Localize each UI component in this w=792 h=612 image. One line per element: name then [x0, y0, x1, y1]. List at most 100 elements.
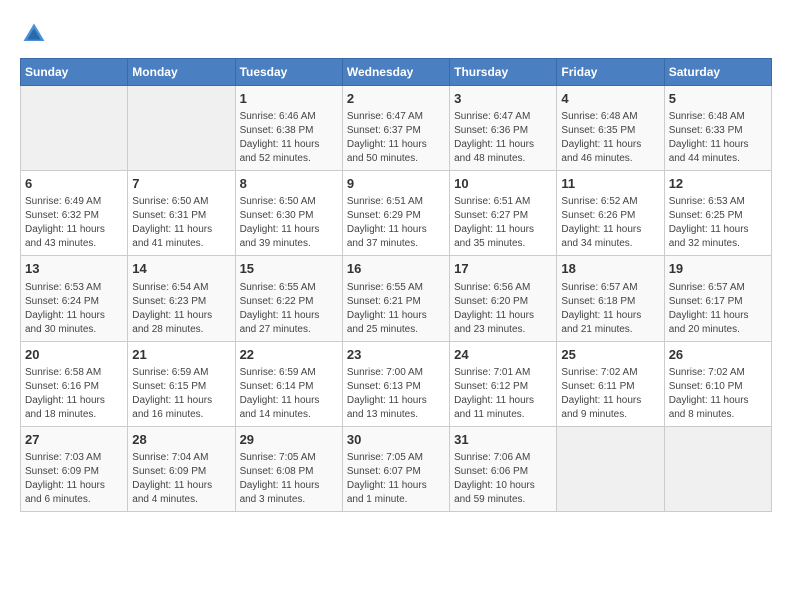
- day-info-text: Sunset: 6:20 PM: [454, 295, 552, 309]
- day-info-text: Daylight: 11 hours and 16 minutes.: [132, 394, 230, 422]
- calendar-table: SundayMondayTuesdayWednesdayThursdayFrid…: [20, 58, 772, 512]
- day-of-week-header: Monday: [128, 59, 235, 86]
- day-info-text: Daylight: 11 hours and 23 minutes.: [454, 309, 552, 337]
- day-info-text: Sunset: 6:07 PM: [347, 465, 445, 479]
- day-info-text: Sunrise: 7:04 AM: [132, 451, 230, 465]
- calendar-cell: [557, 426, 664, 511]
- day-info-text: Sunrise: 7:05 AM: [240, 451, 338, 465]
- calendar-cell: 31Sunrise: 7:06 AMSunset: 6:06 PMDayligh…: [450, 426, 557, 511]
- day-number: 25: [561, 346, 659, 364]
- day-info-text: Sunrise: 6:57 AM: [561, 281, 659, 295]
- day-info-text: Sunrise: 6:46 AM: [240, 110, 338, 124]
- day-number: 17: [454, 260, 552, 278]
- day-info-text: Daylight: 11 hours and 6 minutes.: [25, 479, 123, 507]
- day-info-text: Sunrise: 6:51 AM: [347, 195, 445, 209]
- day-number: 27: [25, 431, 123, 449]
- day-number: 28: [132, 431, 230, 449]
- day-info-text: Daylight: 11 hours and 4 minutes.: [132, 479, 230, 507]
- day-info-text: Sunrise: 6:50 AM: [240, 195, 338, 209]
- day-info-text: Sunrise: 6:47 AM: [347, 110, 445, 124]
- calendar-cell: 22Sunrise: 6:59 AMSunset: 6:14 PMDayligh…: [235, 341, 342, 426]
- day-info-text: Sunset: 6:12 PM: [454, 380, 552, 394]
- calendar-cell: 23Sunrise: 7:00 AMSunset: 6:13 PMDayligh…: [342, 341, 449, 426]
- logo-icon: [20, 20, 48, 48]
- day-info-text: Sunrise: 7:03 AM: [25, 451, 123, 465]
- day-info-text: Sunset: 6:17 PM: [669, 295, 767, 309]
- calendar-cell: 16Sunrise: 6:55 AMSunset: 6:21 PMDayligh…: [342, 256, 449, 341]
- calendar-cell: 4Sunrise: 6:48 AMSunset: 6:35 PMDaylight…: [557, 86, 664, 171]
- day-info-text: Sunrise: 6:48 AM: [669, 110, 767, 124]
- day-number: 12: [669, 175, 767, 193]
- day-info-text: Daylight: 11 hours and 27 minutes.: [240, 309, 338, 337]
- calendar-cell: 7 Sunrise: 6:50 AMSunset: 6:31 PMDaylight…: [128, 171, 235, 256]
- day-of-week-header: Saturday: [664, 59, 771, 86]
- calendar-cell: [128, 86, 235, 171]
- day-info-text: Sunset: 6:09 PM: [25, 465, 123, 479]
- day-number: 31: [454, 431, 552, 449]
- page-header: [20, 20, 772, 48]
- calendar-cell: [664, 426, 771, 511]
- calendar-cell: 25Sunrise: 7:02 AMSunset: 6:11 PMDayligh…: [557, 341, 664, 426]
- days-of-week-row: SundayMondayTuesdayWednesdayThursdayFrid…: [21, 59, 772, 86]
- day-info-text: Sunset: 6:22 PM: [240, 295, 338, 309]
- day-number: 22: [240, 346, 338, 364]
- day-of-week-header: Thursday: [450, 59, 557, 86]
- calendar-cell: 1Sunrise: 6:46 AMSunset: 6:38 PMDaylight…: [235, 86, 342, 171]
- day-number: 7: [132, 175, 230, 193]
- day-info-text: Daylight: 11 hours and 1 minute.: [347, 479, 445, 507]
- calendar-cell: 15Sunrise: 6:55 AMSunset: 6:22 PMDayligh…: [235, 256, 342, 341]
- day-info-text: Sunset: 6:09 PM: [132, 465, 230, 479]
- day-info-text: Daylight: 11 hours and 52 minutes.: [240, 138, 338, 166]
- day-number: 29: [240, 431, 338, 449]
- day-info-text: Sunrise: 6:56 AM: [454, 281, 552, 295]
- day-info-text: Sunrise: 6:54 AM: [132, 281, 230, 295]
- day-info-text: Daylight: 11 hours and 44 minutes.: [669, 138, 767, 166]
- day-of-week-header: Friday: [557, 59, 664, 86]
- calendar-cell: 24Sunrise: 7:01 AMSunset: 6:12 PMDayligh…: [450, 341, 557, 426]
- calendar-cell: 14Sunrise: 6:54 AMSunset: 6:23 PMDayligh…: [128, 256, 235, 341]
- day-info-text: Sunset: 6:08 PM: [240, 465, 338, 479]
- day-number: 6: [25, 175, 123, 193]
- day-info-text: Sunset: 6:14 PM: [240, 380, 338, 394]
- calendar-cell: 29Sunrise: 7:05 AMSunset: 6:08 PMDayligh…: [235, 426, 342, 511]
- day-info-text: Sunset: 6:15 PM: [132, 380, 230, 394]
- day-info-text: Daylight: 11 hours and 13 minutes.: [347, 394, 445, 422]
- day-info-text: Sunrise: 6:53 AM: [669, 195, 767, 209]
- day-info-text: Sunrise: 6:58 AM: [25, 366, 123, 380]
- day-info-text: Sunset: 6:31 PM: [132, 209, 230, 223]
- day-info-text: Sunrise: 6:57 AM: [669, 281, 767, 295]
- day-number: 21: [132, 346, 230, 364]
- day-info-text: Daylight: 11 hours and 39 minutes.: [240, 223, 338, 251]
- day-info-text: Sunrise: 7:02 AM: [561, 366, 659, 380]
- day-number: 30: [347, 431, 445, 449]
- day-number: 18: [561, 260, 659, 278]
- calendar-cell: 10Sunrise: 6:51 AMSunset: 6:27 PMDayligh…: [450, 171, 557, 256]
- day-info-text: Daylight: 11 hours and 50 minutes.: [347, 138, 445, 166]
- day-number: 10: [454, 175, 552, 193]
- day-of-week-header: Wednesday: [342, 59, 449, 86]
- day-info-text: Daylight: 11 hours and 30 minutes.: [25, 309, 123, 337]
- day-info-text: Sunset: 6:06 PM: [454, 465, 552, 479]
- day-info-text: Sunrise: 6:47 AM: [454, 110, 552, 124]
- day-number: 26: [669, 346, 767, 364]
- day-info-text: Sunset: 6:16 PM: [25, 380, 123, 394]
- day-info-text: Sunrise: 6:55 AM: [347, 281, 445, 295]
- day-info-text: Sunrise: 6:48 AM: [561, 110, 659, 124]
- day-info-text: Sunset: 6:30 PM: [240, 209, 338, 223]
- day-info-text: Sunrise: 6:50 AM: [132, 195, 230, 209]
- day-info-text: Sunset: 6:32 PM: [25, 209, 123, 223]
- calendar-week-row: 13Sunrise: 6:53 AMSunset: 6:24 PMDayligh…: [21, 256, 772, 341]
- day-info-text: Sunrise: 6:55 AM: [240, 281, 338, 295]
- day-number: 11: [561, 175, 659, 193]
- day-info-text: Daylight: 11 hours and 41 minutes.: [132, 223, 230, 251]
- day-info-text: Sunset: 6:25 PM: [669, 209, 767, 223]
- day-info-text: Sunset: 6:23 PM: [132, 295, 230, 309]
- day-info-text: Daylight: 11 hours and 34 minutes.: [561, 223, 659, 251]
- day-info-text: Sunset: 6:21 PM: [347, 295, 445, 309]
- day-info-text: Daylight: 11 hours and 9 minutes.: [561, 394, 659, 422]
- day-number: 1: [240, 90, 338, 108]
- calendar-cell: 6Sunrise: 6:49 AMSunset: 6:32 PMDaylight…: [21, 171, 128, 256]
- day-info-text: Sunrise: 6:59 AM: [240, 366, 338, 380]
- day-info-text: Sunrise: 6:53 AM: [25, 281, 123, 295]
- day-info-text: Sunrise: 7:00 AM: [347, 366, 445, 380]
